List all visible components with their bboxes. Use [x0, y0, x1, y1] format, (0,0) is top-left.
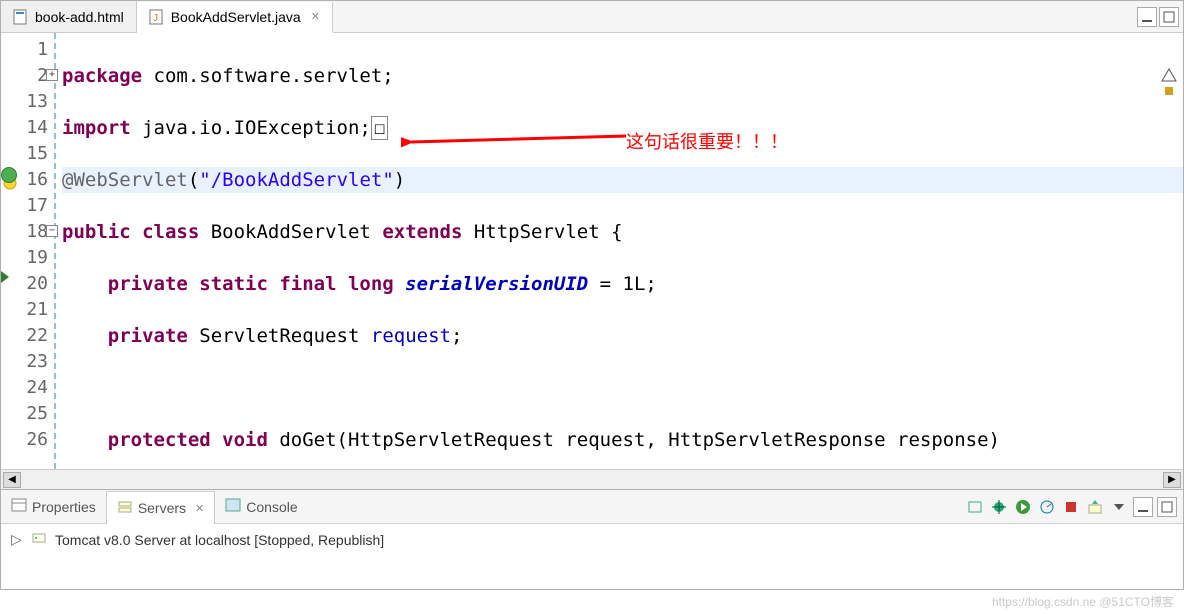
tomcat-server-icon: [31, 530, 47, 549]
tab-label: book-add.html: [35, 9, 124, 25]
properties-icon: [11, 497, 27, 516]
line-number: 26: [26, 429, 48, 450]
line-number: 23: [26, 351, 48, 372]
publish-server-icon[interactable]: [1085, 497, 1105, 517]
servers-toolbar: [959, 490, 1183, 523]
line-number: 13: [26, 91, 48, 112]
tab-bookaddservlet-java[interactable]: J BookAddServlet.java ✕: [137, 2, 333, 33]
java-file-icon: J: [149, 9, 165, 25]
scroll-right-button[interactable]: ▶: [1163, 472, 1181, 488]
tab-label: BookAddServlet.java: [171, 9, 301, 25]
method-marker-icon: [1, 271, 9, 283]
view-menu-icon[interactable]: [1109, 497, 1129, 517]
line-number: 25: [26, 403, 48, 424]
minimize-panel-button[interactable]: [1133, 497, 1153, 517]
overview-ruler[interactable]: [1160, 67, 1180, 95]
editor-window-controls: [1133, 1, 1183, 32]
line-number: 20: [26, 273, 48, 294]
watermark-text: https://blog.csdn.ne @51CTO博客: [992, 593, 1174, 610]
line-number: 18: [26, 221, 48, 242]
scroll-left-button[interactable]: ◀: [3, 472, 21, 488]
editor-tab-bar: book-add.html J BookAddServlet.java ✕: [1, 1, 1183, 33]
debug-server-icon[interactable]: [989, 497, 1009, 517]
horizontal-scrollbar[interactable]: ◀ ▶: [1, 469, 1183, 489]
expand-arrow-icon[interactable]: ▷: [11, 531, 23, 548]
line-number: 14: [26, 117, 48, 138]
maximize-button[interactable]: [1159, 7, 1179, 27]
minimize-button[interactable]: [1137, 7, 1157, 27]
console-icon: [225, 497, 241, 516]
maximize-panel-button[interactable]: [1157, 497, 1177, 517]
stop-server-icon[interactable]: [1061, 497, 1081, 517]
tab-console[interactable]: Console: [215, 490, 307, 523]
panel-tab-bar: Properties Servers ✕ Console: [1, 490, 1183, 524]
html-file-icon: [13, 9, 29, 25]
svg-text:J: J: [153, 13, 158, 24]
line-number: 16: [26, 169, 48, 190]
scroll-track[interactable]: [21, 472, 1163, 488]
panel-tab-label: Console: [246, 499, 297, 515]
overview-marker[interactable]: [1165, 87, 1173, 95]
editor-area: book-add.html J BookAddServlet.java ✕ 1 …: [0, 0, 1184, 490]
servers-icon: [117, 499, 133, 518]
server-label: Tomcat v8.0 Server at localhost [Stopped…: [55, 532, 384, 548]
tab-properties[interactable]: Properties: [1, 490, 106, 523]
line-number: 19: [26, 247, 48, 268]
panel-tab-label: Servers: [138, 500, 186, 516]
tab-servers[interactable]: Servers ✕: [106, 491, 215, 524]
link-server-icon[interactable]: [965, 497, 985, 517]
code-text[interactable]: package com.software.servlet; import jav…: [56, 33, 1183, 469]
profile-server-icon[interactable]: [1037, 497, 1057, 517]
bottom-panel: Properties Servers ✕ Console ▷ Tomcat v8…: [0, 490, 1184, 590]
override-marker-icon: [1, 167, 17, 183]
line-number: 22: [26, 325, 48, 346]
line-number: 15: [26, 143, 48, 164]
line-number: 24: [26, 377, 48, 398]
close-icon[interactable]: ✕: [195, 502, 204, 515]
panel-tab-label: Properties: [32, 499, 96, 515]
annotation-text: 这句话很重要！！！: [626, 128, 788, 154]
close-icon[interactable]: ✕: [311, 10, 320, 23]
line-number: 21: [26, 299, 48, 320]
line-number: 1: [37, 39, 48, 60]
line-gutter: 1 +2 13 14 15 16 17 −18 19 20 21 22 23 2…: [1, 33, 56, 469]
tab-book-add-html[interactable]: book-add.html: [1, 1, 137, 32]
code-area[interactable]: 1 +2 13 14 15 16 17 −18 19 20 21 22 23 2…: [1, 33, 1183, 469]
server-row[interactable]: ▷ Tomcat v8.0 Server at localhost [Stopp…: [1, 524, 1183, 555]
line-number: 17: [26, 195, 48, 216]
start-server-icon[interactable]: [1013, 497, 1033, 517]
